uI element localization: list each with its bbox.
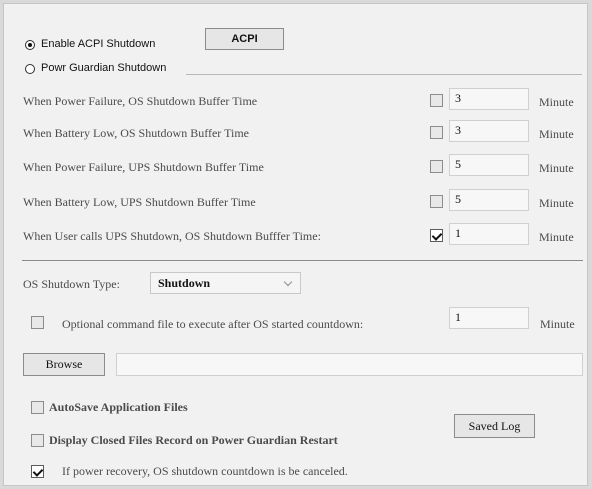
checkbox-icon[interactable] [430,126,443,139]
minute-label: Minute [539,230,574,244]
autosave-label[interactable]: AutoSave Application Files [49,400,188,415]
setting-label: When Battery Low, OS Shutdown Buffer Tim… [23,126,249,140]
checkbox-icon[interactable] [31,465,44,478]
checkbox-icon[interactable] [430,229,443,242]
os-shutdown-type-value: Shutdown [158,276,211,290]
buffer-time-input[interactable]: 5 [449,154,529,176]
buffer-time-input[interactable]: 3 [449,120,529,142]
command-file-path[interactable] [116,353,583,376]
selected-radio-icon[interactable] [25,40,35,50]
setting-label: When Power Failure, OS Shutdown Buffer T… [23,94,258,108]
os-shutdown-type-select[interactable]: Shutdown [150,272,301,294]
setting-row: When Battery Low, OS Shutdown Buffer Tim… [23,120,583,148]
checkbox-icon[interactable] [430,195,443,208]
browse-button[interactable]: Browse [23,353,105,376]
setting-label: When Battery Low, UPS Shutdown Buffer Ti… [23,195,256,209]
minute-label: Minute [539,196,574,210]
display-closed-files-label[interactable]: Display Closed Files Record on Power Gua… [49,433,338,448]
buffer-time-input[interactable]: 5 [449,189,529,211]
minute-label: Minute [540,317,575,331]
checkbox-icon[interactable] [31,316,44,329]
section-divider [186,74,582,75]
buffer-time-input[interactable]: 3 [449,88,529,110]
setting-row: When Battery Low, UPS Shutdown Buffer Ti… [23,189,583,217]
setting-row: When Power Failure, UPS Shutdown Buffer … [23,154,583,182]
radio-icon[interactable] [25,64,35,74]
power-recovery-label[interactable]: If power recovery, OS shutdown countdown… [62,464,348,479]
minute-label: Minute [539,161,574,175]
checkbox-icon[interactable] [430,160,443,173]
minute-label: Minute [539,127,574,141]
setting-row: When User calls UPS Shutdown, OS Shutdow… [23,223,583,251]
buffer-time-input[interactable]: 1 [449,223,529,245]
optional-command-input[interactable]: 1 [449,307,529,329]
acpi-button[interactable]: ACPI [205,28,284,50]
checkbox-icon[interactable] [31,434,44,447]
os-shutdown-type-label: OS Shutdown Type: [23,277,120,291]
checkbox-icon[interactable] [430,94,443,107]
setting-label: When Power Failure, UPS Shutdown Buffer … [23,160,264,174]
minute-label: Minute [539,95,574,109]
setting-label: When User calls UPS Shutdown, OS Shutdow… [23,229,321,243]
power-guardian-option[interactable]: Powr Guardian Shutdown [25,61,200,77]
checkbox-icon[interactable] [31,401,44,414]
power-guardian-label[interactable]: Powr Guardian Shutdown [41,62,166,74]
setting-row: When Power Failure, OS Shutdown Buffer T… [23,88,583,116]
section-divider [22,260,583,261]
enable-acpi-label[interactable]: Enable ACPI Shutdown [41,38,155,50]
optional-command-label: Optional command file to execute after O… [62,317,364,331]
shutdown-settings-panel: Enable ACPI Shutdown ACPI Powr Guardian … [3,3,588,486]
enable-acpi-option[interactable]: Enable ACPI Shutdown [25,37,185,53]
chevron-down-icon [283,277,293,287]
saved-log-button[interactable]: Saved Log [454,414,535,438]
